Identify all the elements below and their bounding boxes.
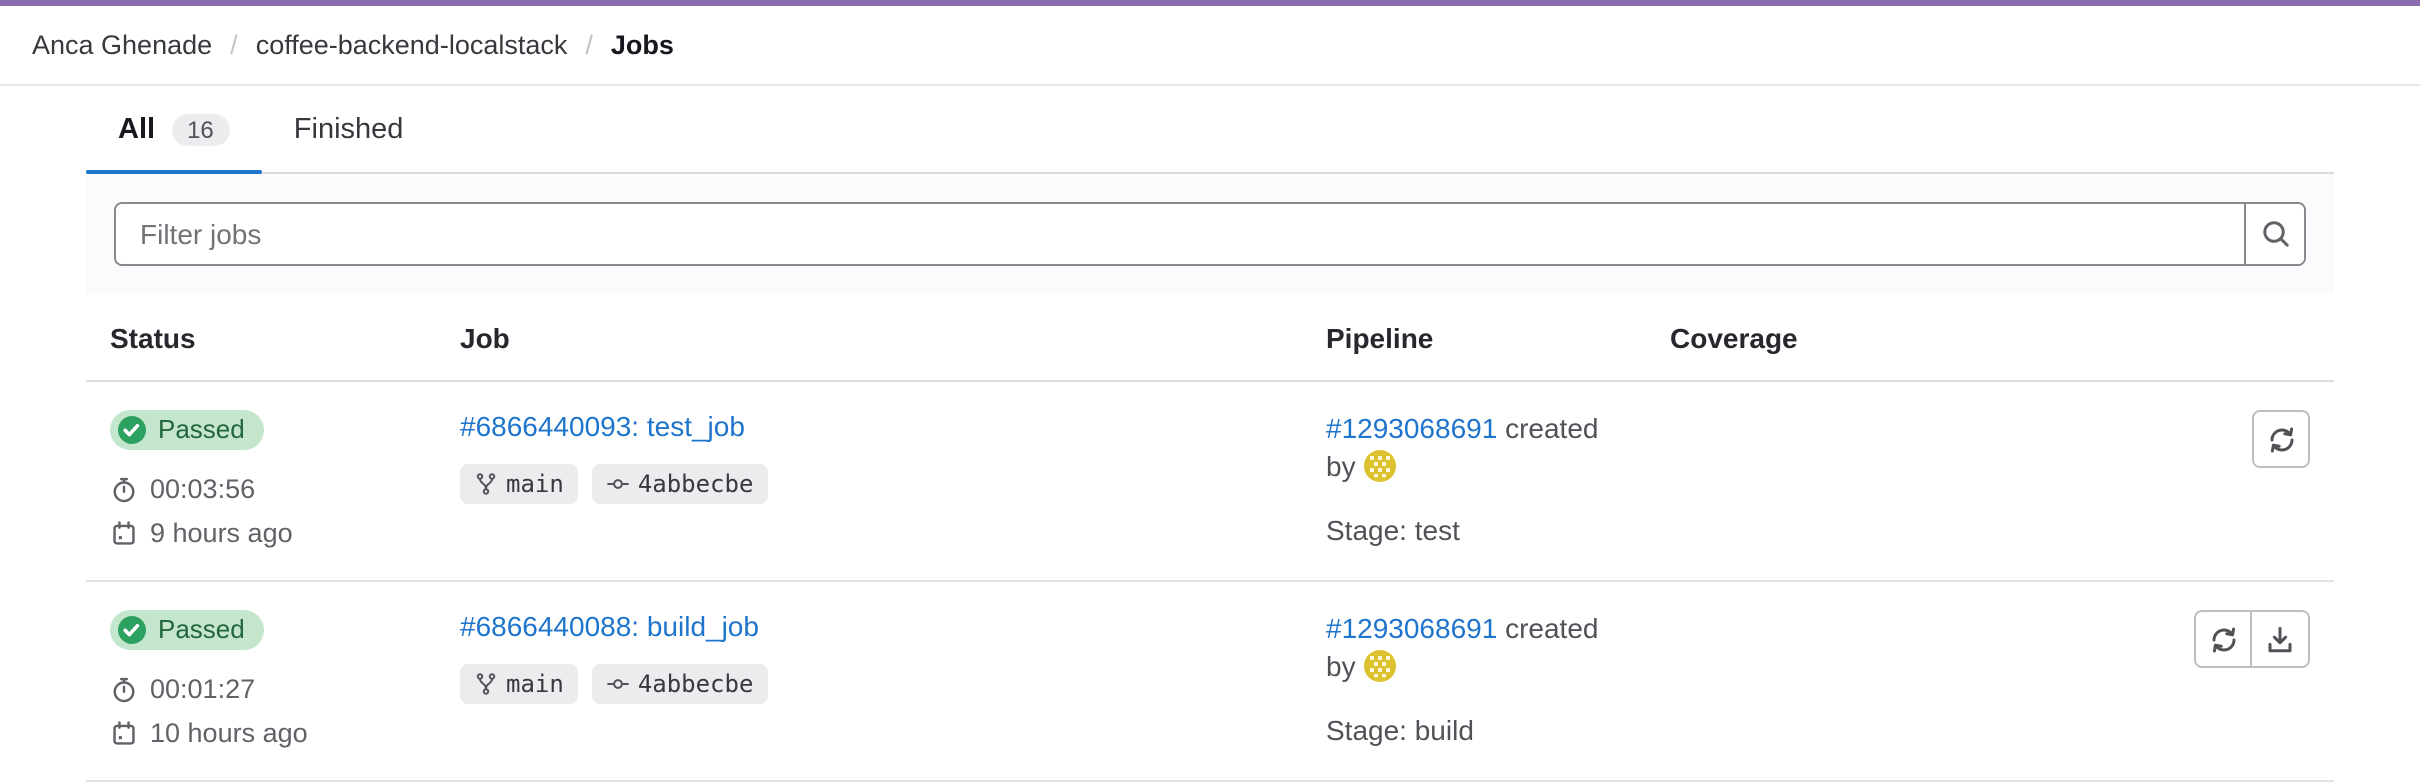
pipeline-stage: Stage: test bbox=[1326, 514, 1622, 546]
job-cell: #6866440093: test_job bbox=[436, 382, 1302, 580]
filter-input-group bbox=[114, 202, 2306, 266]
pipeline-link[interactable]: #1293068691 bbox=[1326, 412, 1497, 444]
tab-finished-label: Finished bbox=[294, 113, 404, 145]
header-status: Status bbox=[86, 294, 436, 380]
breadcrumb-separator: / bbox=[585, 30, 593, 60]
jobs-tabs: All 16 Finished bbox=[86, 86, 2334, 174]
filter-section bbox=[86, 174, 2334, 294]
filter-jobs-input[interactable] bbox=[116, 204, 2244, 264]
search-button[interactable] bbox=[2244, 204, 2304, 264]
status-badge-passed[interactable]: Passed bbox=[110, 410, 265, 450]
retry-icon bbox=[2265, 423, 2297, 455]
tab-all-count-badge: 16 bbox=[171, 113, 230, 145]
branch-icon bbox=[474, 672, 498, 696]
pipeline-cell: #1293068691 created by bbox=[1302, 382, 1646, 580]
stopwatch-icon bbox=[110, 475, 138, 503]
branch-chip[interactable]: main bbox=[460, 664, 578, 704]
retry-job-button[interactable] bbox=[2252, 410, 2310, 468]
status-badge-label: Passed bbox=[158, 414, 245, 446]
status-cell: Passed 00:01:27 bbox=[86, 582, 436, 780]
calendar-icon bbox=[110, 519, 138, 547]
actions-cell bbox=[1966, 382, 2334, 580]
job-row: Passed 00:03:56 bbox=[86, 382, 2334, 582]
status-cell: Passed 00:03:56 bbox=[86, 382, 436, 580]
breadcrumb: Anca Ghenade / coffee-backend-localstack… bbox=[0, 6, 2420, 86]
stopwatch-icon bbox=[110, 675, 138, 703]
download-artifacts-button[interactable] bbox=[2252, 610, 2310, 668]
jobs-table: Status Job Pipeline Coverage bbox=[86, 294, 2334, 782]
pipeline-creator-avatar[interactable] bbox=[1363, 650, 1395, 692]
jobs-table-header: Status Job Pipeline Coverage bbox=[86, 294, 2334, 382]
pipeline-link[interactable]: #1293068691 bbox=[1326, 612, 1497, 644]
job-cell: #6866440088: build_job bbox=[436, 582, 1302, 780]
breadcrumb-separator: / bbox=[230, 30, 238, 60]
commit-icon bbox=[606, 472, 630, 496]
job-finished-at: 9 hours ago bbox=[110, 518, 412, 548]
coverage-cell bbox=[1646, 582, 1966, 780]
download-icon bbox=[2264, 623, 2296, 655]
breadcrumb-current-page: Jobs bbox=[611, 30, 674, 60]
commit-icon bbox=[606, 672, 630, 696]
breadcrumb-project-link[interactable]: coffee-backend-localstack bbox=[256, 30, 568, 60]
job-link[interactable]: #6866440093: test_job bbox=[460, 410, 745, 442]
pipeline-creator-avatar[interactable] bbox=[1363, 450, 1395, 492]
calendar-icon bbox=[110, 719, 138, 747]
coverage-cell bbox=[1646, 382, 1966, 580]
job-duration: 00:03:56 bbox=[110, 474, 412, 504]
breadcrumb-group-link[interactable]: Anca Ghenade bbox=[32, 30, 212, 60]
retry-icon bbox=[2207, 623, 2239, 655]
header-coverage: Coverage bbox=[1646, 294, 1966, 380]
jobs-page: Anca Ghenade / coffee-backend-localstack… bbox=[0, 0, 2420, 718]
job-link[interactable]: #6866440088: build_job bbox=[460, 610, 759, 642]
actions-cell bbox=[1966, 582, 2334, 780]
tab-all-label: All bbox=[118, 113, 155, 145]
search-icon bbox=[2259, 218, 2291, 250]
job-actions-group bbox=[2194, 610, 2310, 668]
check-circle-icon bbox=[116, 414, 148, 446]
retry-job-button[interactable] bbox=[2194, 610, 2252, 668]
job-row: Passed 00:01:27 bbox=[86, 582, 2334, 782]
branch-chip[interactable]: main bbox=[460, 464, 578, 504]
tab-finished[interactable]: Finished bbox=[262, 86, 436, 172]
job-finished-at: 10 hours ago bbox=[110, 718, 412, 748]
job-duration: 00:01:27 bbox=[110, 674, 412, 704]
pipeline-cell: #1293068691 created by bbox=[1302, 582, 1646, 780]
branch-icon bbox=[474, 472, 498, 496]
status-badge-passed[interactable]: Passed bbox=[110, 610, 265, 650]
commit-chip[interactable]: 4abbecbe bbox=[592, 464, 768, 504]
commit-chip[interactable]: 4abbecbe bbox=[592, 664, 768, 704]
status-badge-label: Passed bbox=[158, 614, 245, 646]
tab-all[interactable]: All 16 bbox=[86, 86, 262, 172]
check-circle-icon bbox=[116, 614, 148, 646]
header-pipeline: Pipeline bbox=[1302, 294, 1646, 380]
pipeline-stage: Stage: build bbox=[1326, 714, 1622, 746]
header-job: Job bbox=[436, 294, 1302, 380]
